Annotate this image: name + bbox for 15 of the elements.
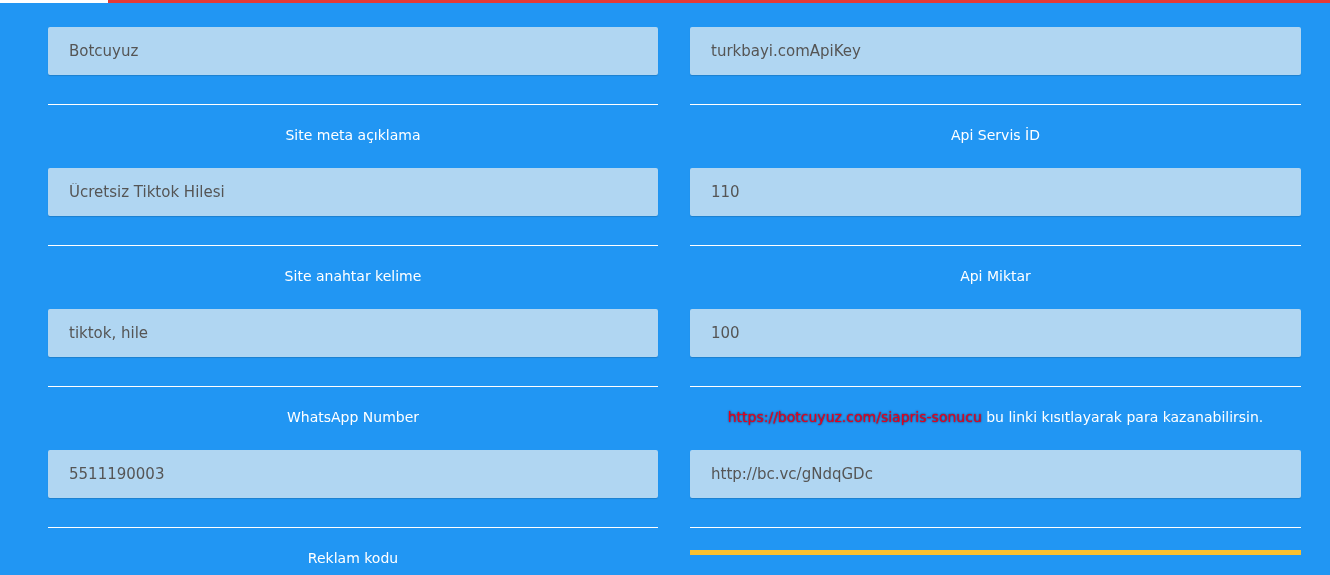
field-label: Site meta açıklama — [284, 126, 422, 145]
input-field[interactable]: 110 — [690, 168, 1301, 216]
input-field[interactable]: Botcuyuz — [48, 27, 658, 75]
input-field[interactable]: Ücretsiz Tiktok Hilesi — [48, 168, 658, 216]
field-label: Reklam kodu — [306, 549, 400, 568]
field-label: https://botcuyuz.com/siapris-sonucu bu linki kısıtlayarak para kazanabilirsin. — [726, 408, 1265, 427]
input-field[interactable]: 100 — [690, 309, 1301, 357]
field-label: Api Servis İD — [950, 126, 1041, 145]
input-field[interactable]: 5511190003 — [48, 450, 658, 498]
input-field[interactable]: turkbayi.comApiKey — [690, 27, 1301, 75]
field-label: Api Miktar — [959, 267, 1032, 286]
field-label: WhatsApp Number — [285, 408, 421, 427]
input-field[interactable]: http://bc.vc/gNdqGDc — [690, 450, 1301, 498]
field-label: Site anahtar kelime — [283, 267, 423, 286]
input-field[interactable]: tiktok, hile — [48, 309, 658, 357]
